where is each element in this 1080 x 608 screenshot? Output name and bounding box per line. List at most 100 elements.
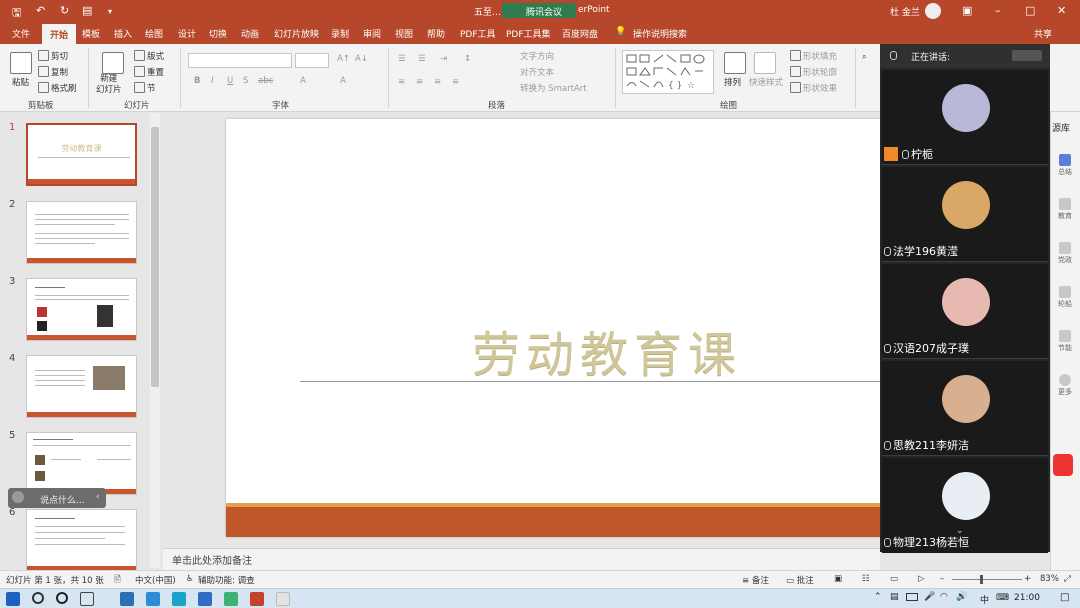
comments-button[interactable]: ▭ 批注 (786, 574, 814, 586)
format-painter-button[interactable]: 格式刷 (38, 82, 77, 94)
notes-pane[interactable]: 单击此处添加备注 (163, 548, 880, 570)
tab-animations[interactable]: 动画 (241, 27, 259, 40)
tab-home[interactable]: 开始 (42, 24, 77, 44)
copy-button[interactable]: 复制 (38, 66, 68, 78)
arrange-icon[interactable] (724, 52, 746, 74)
bold-button[interactable]: B (194, 76, 200, 86)
accessibility-status[interactable]: 辅助功能: 调查 (198, 574, 255, 586)
addin-item-party[interactable]: 党政 (1055, 242, 1075, 265)
align-center-icon[interactable]: ≡ (416, 77, 423, 87)
wifi-icon[interactable]: ◠ (940, 592, 948, 602)
user-name[interactable]: 杜 金兰 (890, 5, 920, 18)
tab-pdf-tools[interactable]: PDF工具 (460, 27, 496, 40)
input-language[interactable]: 中 (980, 593, 989, 606)
tab-file[interactable]: 文件 (12, 27, 30, 40)
tab-transitions[interactable]: 切换 (209, 27, 227, 40)
edge-browser-icon[interactable] (146, 592, 160, 606)
tray-chevron-icon[interactable]: ⌃ (874, 592, 882, 602)
justify-icon[interactable]: ≡ (452, 77, 459, 87)
underline-button[interactable]: U (227, 76, 233, 86)
slide-sorter-icon[interactable]: ☷ (862, 574, 870, 584)
zoom-level[interactable]: 83% (1040, 574, 1059, 584)
close-icon[interactable]: ✕ (1057, 4, 1066, 17)
slide-title[interactable]: 劳动教育课 (226, 315, 988, 385)
windows-start-icon[interactable] (6, 592, 20, 606)
wechat-icon[interactable] (224, 592, 238, 606)
strikethrough-button[interactable]: abc (258, 76, 273, 86)
participant-tile[interactable]: 柠栀 (882, 70, 1048, 165)
search-icon[interactable] (32, 592, 44, 604)
tab-record[interactable]: 录制 (331, 27, 349, 40)
meeting-app-icon[interactable] (276, 592, 290, 606)
tab-review[interactable]: 审阅 (363, 27, 381, 40)
arrange-button[interactable]: 排列 (724, 76, 741, 88)
new-slide-button[interactable]: 新建 幻灯片 (96, 74, 122, 96)
font-size-input[interactable] (295, 53, 329, 68)
slide-thumbnail-1[interactable]: 劳动教育课 (26, 123, 137, 186)
quick-access-more-icon[interactable]: ▾ (108, 7, 112, 16)
bullets-icon[interactable]: ☰ (398, 54, 406, 64)
mic-icon[interactable]: 🎤 (924, 592, 935, 602)
slides-scrollbar[interactable] (150, 113, 160, 568)
text-direction-button[interactable]: 文字方向 (520, 50, 554, 62)
participant-tile[interactable]: ⌄ 物理213杨若恒 (882, 458, 1048, 553)
battery-icon[interactable] (906, 593, 918, 601)
tab-pdf-toolset[interactable]: PDF工具集 (506, 27, 551, 40)
ime-icon[interactable]: ⌨ (996, 593, 1009, 603)
shape-effects-button[interactable]: 形状效果 (790, 82, 837, 94)
participant-tile[interactable]: 法学196黄滢 (882, 167, 1048, 262)
fit-slide-icon[interactable]: ⤢ (1064, 574, 1071, 584)
slide-thumbnail-6[interactable] (26, 509, 137, 572)
zoom-out-icon[interactable]: – (940, 574, 944, 584)
addin-item-summary[interactable]: 总结 (1055, 154, 1075, 177)
reading-view-icon[interactable]: ▭ (890, 574, 898, 584)
app-icon[interactable] (198, 592, 212, 606)
slide-thumbnail-2[interactable] (26, 201, 137, 264)
line-spacing-icon[interactable]: ↕ (464, 54, 471, 64)
align-left-icon[interactable]: ≡ (398, 77, 405, 87)
clock[interactable]: 21:00 (1014, 593, 1040, 603)
normal-view-icon[interactable]: ▣ (834, 574, 842, 584)
slideshow-icon[interactable]: ▷ (918, 574, 925, 584)
paste-icon[interactable] (10, 52, 32, 74)
quick-styles-icon[interactable] (754, 52, 776, 74)
find-icon[interactable]: ⌕ (862, 52, 867, 62)
tab-slideshow[interactable]: 幻灯片放映 (274, 27, 319, 40)
participant-tile[interactable]: 思教211李妍洁 (882, 361, 1048, 456)
shadow-button[interactable]: S (243, 76, 248, 86)
scrollbar-thumb[interactable] (151, 127, 159, 387)
gift-icon[interactable] (1053, 454, 1073, 476)
undo-icon[interactable]: ↶ (36, 4, 45, 17)
tab-view[interactable]: 视图 (395, 27, 413, 40)
tell-me-search[interactable]: 操作说明搜索 (633, 27, 687, 40)
align-right-icon[interactable]: ≡ (434, 77, 441, 87)
task-view-icon[interactable] (80, 592, 94, 606)
tab-draw[interactable]: 绘图 (145, 27, 163, 40)
minimize-icon[interactable]: – (995, 4, 1001, 17)
save-icon[interactable]: 🖫 (12, 4, 21, 23)
cut-button[interactable]: 剪切 (38, 50, 68, 62)
chat-input[interactable]: 说点什么... ‹ (8, 488, 106, 508)
smartart-button[interactable]: 转换为 SmartArt (520, 82, 587, 94)
shape-fill-button[interactable]: 形状填充 (790, 50, 837, 62)
participant-tile[interactable]: 汉语207成子璞 (882, 264, 1048, 359)
clear-format-icon[interactable]: A (340, 76, 346, 86)
edge-icon[interactable] (172, 592, 186, 606)
tab-insert[interactable]: 插入 (114, 27, 132, 40)
notes-button[interactable]: ≡ 备注 (742, 574, 769, 586)
zoom-slider-thumb[interactable] (980, 575, 983, 584)
powerpoint-icon[interactable] (250, 592, 264, 606)
meeting-indicator[interactable]: 腾讯会议 (502, 3, 576, 18)
align-text-button[interactable]: 对齐文本 (520, 66, 554, 78)
italic-button[interactable]: I (211, 76, 214, 86)
numbering-icon[interactable]: ☰ (418, 54, 426, 64)
cortana-icon[interactable] (56, 592, 68, 604)
emoji-icon[interactable] (12, 491, 24, 503)
addin-item-ship[interactable]: 轮船 (1055, 286, 1075, 309)
slide-thumbnail-4[interactable] (26, 355, 137, 418)
layout-button[interactable]: 版式 (134, 50, 164, 62)
maximize-icon[interactable]: □ (1025, 4, 1035, 17)
ribbon-display-icon[interactable]: ▣ (962, 4, 972, 17)
customize-icon[interactable]: ▤ (82, 4, 92, 17)
tab-design[interactable]: 设计 (178, 27, 196, 40)
